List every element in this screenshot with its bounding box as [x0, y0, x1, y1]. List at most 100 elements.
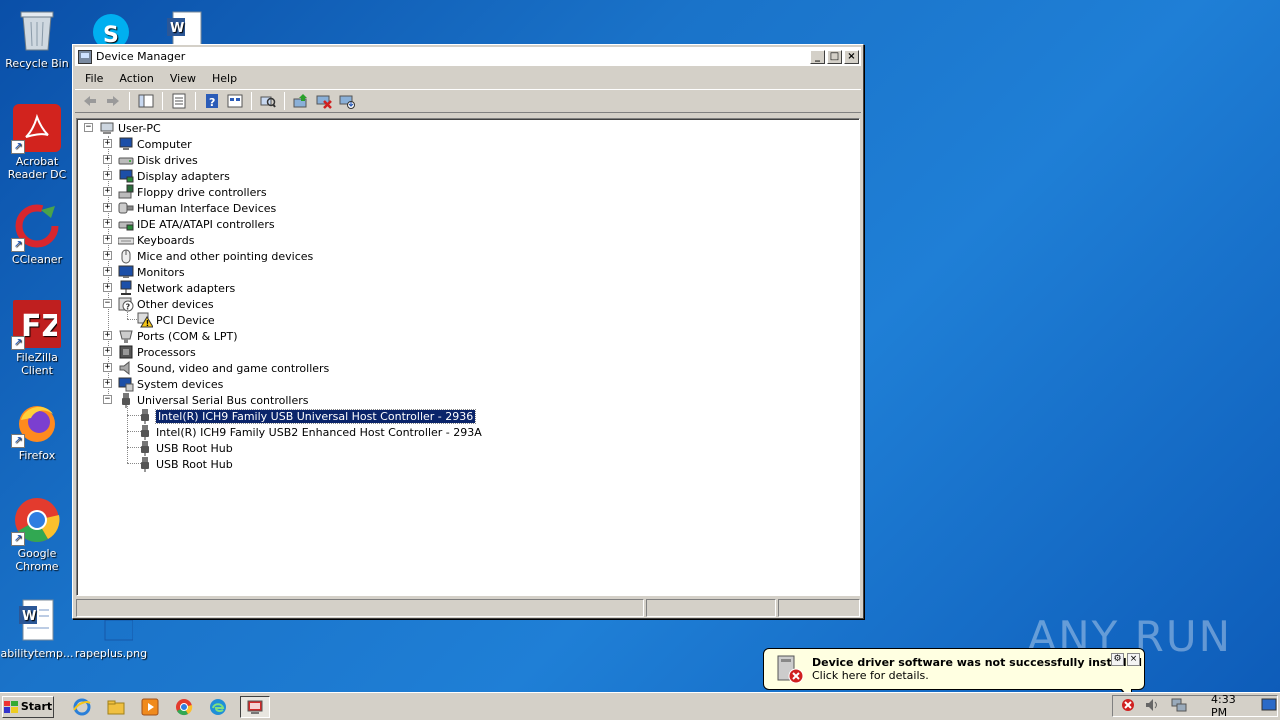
view-icon[interactable] [224, 91, 246, 111]
driver-error-tray-icon[interactable] [1121, 698, 1135, 715]
tree-item-label: Computer [137, 137, 192, 151]
update-driver-icon[interactable] [290, 91, 312, 111]
expander-hid[interactable]: + [103, 203, 112, 212]
uninstall-icon[interactable] [313, 91, 335, 111]
tree-item-human-interface-devices[interactable]: Human Interface Devices [118, 200, 276, 216]
desktop-icon-word-document[interactable]: W abilitytemp... [0, 596, 74, 660]
tree-item-monitors[interactable]: Monitors [118, 264, 185, 280]
expander-floppy[interactable]: + [103, 187, 112, 196]
expander-ide[interactable]: + [103, 219, 112, 228]
menu-view[interactable]: View [162, 70, 204, 87]
tree-item-system-devices[interactable]: System devices [118, 376, 223, 392]
menu-help[interactable]: Help [204, 70, 245, 87]
expander-keyboards[interactable]: + [103, 235, 112, 244]
tree-item-label: Ports (COM & LPT) [137, 329, 238, 343]
tree-item-sound-video-game[interactable]: Sound, video and game controllers [118, 360, 329, 376]
desktop-icon-acrobat[interactable]: ↗ Acrobat Reader DC [0, 104, 74, 181]
shortcut-arrow-icon: ↗ [11, 140, 25, 154]
menu-action[interactable]: Action [111, 70, 161, 87]
tree-root[interactable]: User-PC [99, 120, 161, 136]
device-manager-task-icon[interactable] [240, 695, 270, 718]
tree-item-ide-controllers[interactable]: IDE ATA/ATAPI controllers [118, 216, 275, 232]
tree-item-keyboards[interactable]: Keyboards [118, 232, 194, 248]
desktop-icon-ccleaner[interactable]: ↗ CCleaner [0, 202, 74, 266]
start-button[interactable]: Start [2, 695, 54, 718]
clock[interactable]: 4:33 PM [1211, 693, 1251, 719]
scan-hardware-icon[interactable] [257, 91, 279, 111]
properties-icon[interactable] [168, 91, 190, 111]
tree-item-ports[interactable]: Ports (COM & LPT) [118, 328, 238, 344]
expander-system[interactable]: + [103, 379, 112, 388]
console-tree-icon[interactable] [135, 91, 157, 111]
tree-item-usb-uhci[interactable]: Intel(R) ICH9 Family USB Universal Host … [137, 408, 477, 424]
tree-item-pci-device[interactable]: ! PCI Device [137, 312, 215, 328]
usb-device-icon [137, 424, 153, 440]
menu-file[interactable]: File [77, 70, 111, 87]
tree-item-label: Intel(R) ICH9 Family USB2 Enhanced Host … [156, 425, 482, 439]
tree-item-label: PCI Device [156, 313, 215, 327]
expander-mice[interactable]: + [103, 251, 112, 260]
disable-icon[interactable] [336, 91, 358, 111]
desktop-icon-chrome[interactable]: ↗ Google Chrome [0, 496, 74, 573]
back-icon[interactable] [79, 91, 101, 111]
expander-sound[interactable]: + [103, 363, 112, 372]
options-icon[interactable]: ⚙ [1111, 653, 1124, 666]
device-manager-window[interactable]: Device Manager _ □ × File Action View He… [72, 44, 864, 619]
ie-icon[interactable] [70, 696, 94, 718]
usb-device-icon [137, 408, 153, 424]
tree-item-label: Network adapters [137, 281, 236, 295]
tree-item-computer[interactable]: Computer [118, 136, 192, 152]
expander-disk-drives[interactable]: + [103, 155, 112, 164]
tree-item-label: USB Root Hub [156, 457, 233, 471]
tree-item-floppy-drive-controllers[interactable]: Floppy drive controllers [118, 184, 267, 200]
expander-monitors[interactable]: + [103, 267, 112, 276]
network-icon[interactable] [1171, 698, 1187, 715]
expander-network[interactable]: + [103, 283, 112, 292]
tree-item-network-adapters[interactable]: Network adapters [118, 280, 235, 296]
balloon-close-button[interactable]: × [1127, 653, 1140, 666]
driver-notification-balloon[interactable]: Device driver software was not successfu… [763, 648, 1145, 690]
expander-processors[interactable]: + [103, 347, 112, 356]
driver-error-icon [774, 654, 804, 684]
desktop-icon-recycle-bin[interactable]: Recycle Bin [0, 6, 74, 70]
desktop-icon-firefox[interactable]: ↗ Firefox [0, 398, 74, 462]
balloon-text[interactable]: Click here for details. [812, 669, 1142, 682]
tree-item-usb-controllers[interactable]: Universal Serial Bus controllers [118, 392, 308, 408]
maximize-button[interactable]: □ [827, 49, 842, 64]
expander-usb[interactable]: − [103, 395, 112, 404]
tree-item-disk-drives[interactable]: Disk drives [118, 152, 198, 168]
toolbar-separator [162, 92, 163, 110]
tree-item-display-adapters[interactable]: Display adapters [118, 168, 230, 184]
mouse-icon [118, 248, 134, 264]
help-icon[interactable]: ? [201, 91, 223, 111]
volume-icon[interactable] [1145, 698, 1161, 715]
expander-computer[interactable]: + [103, 139, 112, 148]
tree-item-processors[interactable]: Processors [118, 344, 196, 360]
expander-ports[interactable]: + [103, 331, 112, 340]
expander-other-devices[interactable]: − [103, 299, 112, 308]
edge-icon[interactable] [206, 696, 230, 718]
title-bar[interactable]: Device Manager _ □ × [75, 47, 861, 67]
chrome-taskbar-icon[interactable] [172, 696, 196, 718]
tree-item-usb-root-hub-2[interactable]: USB Root Hub [137, 456, 233, 472]
svg-text:?: ? [126, 303, 131, 312]
tree-item-label: IDE ATA/ATAPI controllers [137, 217, 275, 231]
tree-item-other-devices[interactable]: ? Other devices [118, 296, 214, 312]
tree-item-usb-ehci[interactable]: Intel(R) ICH9 Family USB2 Enhanced Host … [137, 424, 482, 440]
toolbar-separator [251, 92, 252, 110]
tree-root-label: User-PC [118, 121, 161, 135]
tree-item-usb-root-hub-1[interactable]: USB Root Hub [137, 440, 233, 456]
media-player-icon[interactable] [138, 696, 162, 718]
close-button[interactable]: × [844, 49, 859, 64]
word-document-icon: W [13, 596, 61, 644]
status-bar [76, 599, 860, 617]
show-desktop-icon[interactable] [1261, 698, 1277, 715]
forward-icon[interactable] [102, 91, 124, 111]
desktop-icon-filezilla[interactable]: FZ ↗ FileZilla Client [0, 300, 74, 377]
minimize-button[interactable]: _ [810, 49, 825, 64]
expander-display-adapters[interactable]: + [103, 171, 112, 180]
explorer-icon[interactable] [104, 696, 128, 718]
expander-root[interactable]: − [84, 123, 93, 132]
tree-item-mice[interactable]: Mice and other pointing devices [118, 248, 313, 264]
device-tree[interactable]: − User-PC + Computer + Disk drives + Dis… [76, 118, 860, 596]
